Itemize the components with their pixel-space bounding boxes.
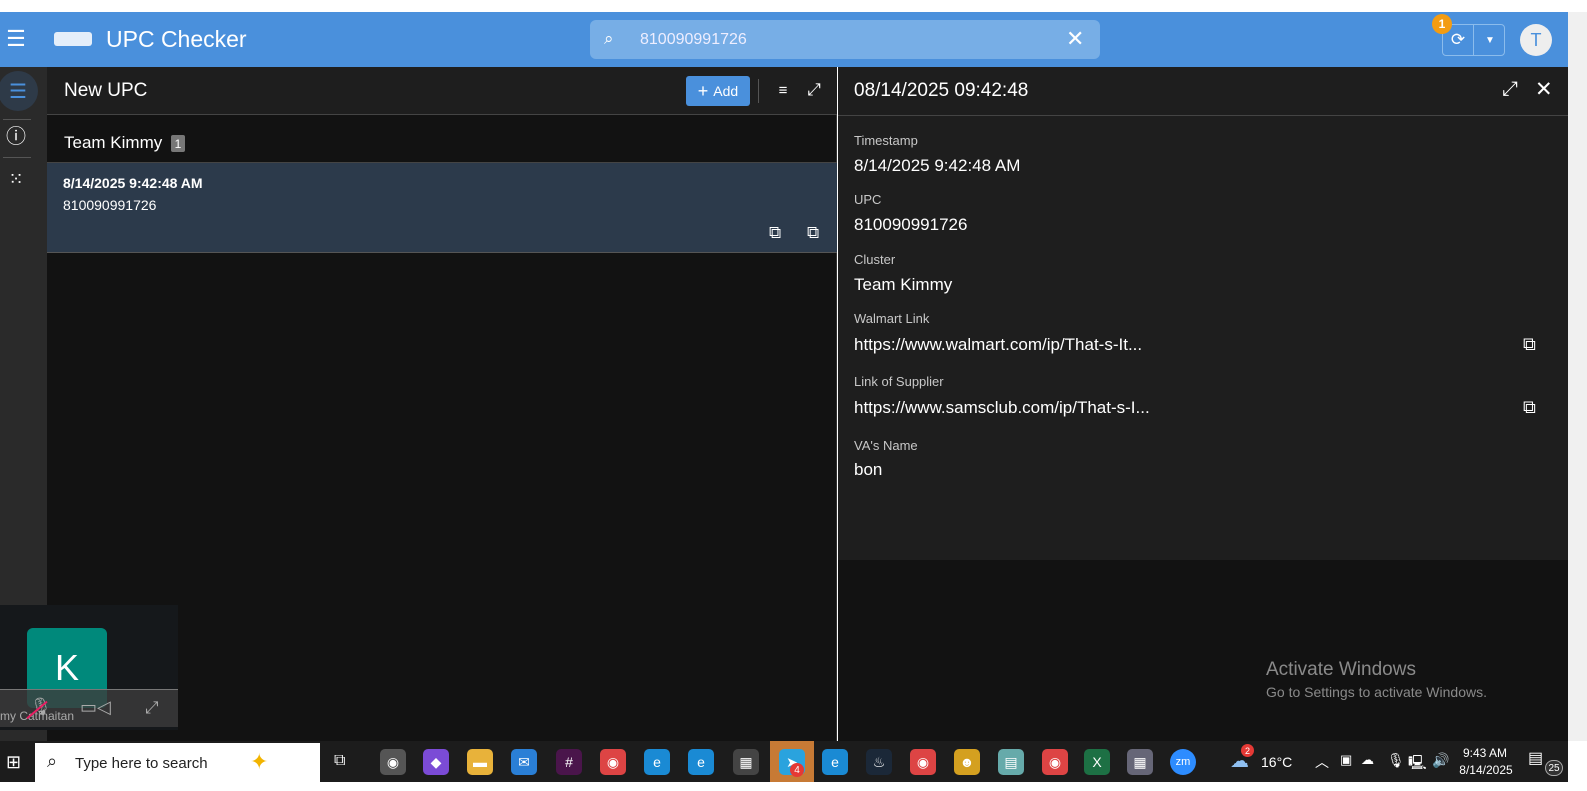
weather-temp: 16°C	[1261, 754, 1293, 770]
menu-icon[interactable]: ☰	[4, 26, 28, 52]
windows-start-icon[interactable]: ⊞	[6, 752, 21, 773]
activation-watermark-title: Activate Windows	[1266, 659, 1416, 680]
open-link-icon[interactable]: ⧉	[1523, 334, 1536, 355]
list-title: New UPC	[64, 80, 148, 101]
tray-camera-icon[interactable]: ▣	[1340, 752, 1352, 768]
onedrive-icon[interactable]: ☁	[1361, 752, 1374, 768]
field-value: Team Kimmy	[854, 275, 953, 294]
steam-icon[interactable]: ♨	[866, 749, 892, 775]
item-upc: 810090991726	[63, 197, 157, 213]
mail-icon[interactable]: ✉	[511, 749, 537, 775]
field-value: 8/14/2025 9:42:48 AM	[854, 156, 1021, 175]
excel-icon[interactable]: X	[1084, 749, 1110, 775]
scrollbar[interactable]	[1568, 12, 1587, 741]
call-widget: K my Catmaitan 🎙 ▭◁ ⤢	[0, 605, 178, 730]
search-value: 810090991726	[640, 31, 747, 48]
company-logo	[54, 32, 92, 46]
avatar[interactable]: T	[1520, 24, 1552, 56]
calculator-icon[interactable]: ▦	[1127, 749, 1153, 775]
edge-profile-icon[interactable]: e	[688, 749, 714, 775]
supplier-link[interactable]: https://www.samsclub.com/ip/That-s-I...	[854, 398, 1150, 418]
volume-icon[interactable]: 🔊	[1432, 752, 1449, 769]
filter-icon[interactable]: ≡	[772, 79, 794, 101]
field-label: Walmart Link	[854, 311, 930, 326]
taskbar: ⊞ ⌕ Type here to search ✦ ⧉ ◉ ◆ ▬ ✉ # ◉ …	[0, 741, 1568, 782]
detail-title: 08/14/2025 09:42:48	[854, 80, 1029, 101]
chrome-profile-icon-3[interactable]: ◉	[1042, 749, 1068, 775]
field-label: Cluster	[854, 252, 896, 267]
network-icon[interactable]: 🖳	[1408, 752, 1427, 776]
field-label: Timestamp	[854, 133, 918, 148]
telegram-app[interactable]: ➤ 4	[770, 741, 814, 782]
chrome-profile-icon-2[interactable]: ◉	[910, 749, 936, 775]
plus-icon: +	[697, 80, 709, 101]
clock-date[interactable]: 8/14/2025	[1456, 763, 1516, 777]
search-input[interactable]: ⌕ 810090991726 ✕	[590, 20, 1100, 59]
open-link-icon[interactable]: ⧉	[1523, 397, 1536, 418]
taskbar-search[interactable]: ⌕ Type here to search ✦	[35, 743, 320, 782]
close-icon[interactable]: ✕	[1535, 77, 1553, 102]
copilot-sparkle-icon: ✦	[250, 749, 269, 774]
detail-panel: 08/14/2025 09:42:48 ⤢ ✕ Timestamp 8/14/2…	[838, 67, 1568, 741]
edge-icon-2[interactable]: e	[822, 749, 848, 775]
camera-icon[interactable]: ▭◁	[80, 697, 111, 718]
expand-icon[interactable]: ⤢	[145, 698, 159, 718]
clear-search-icon[interactable]: ✕	[1066, 26, 1084, 52]
chrome-app-icon[interactable]: ◉	[380, 749, 406, 775]
list-icon[interactable]: ☰	[0, 71, 38, 111]
group-title: Team Kimmy	[64, 133, 163, 152]
taskbar-search-placeholder: Type here to search	[75, 755, 208, 772]
field-value: 810090991726	[854, 215, 968, 234]
field-label: VA's Name	[854, 438, 918, 453]
copilot-app-icon[interactable]: ◆	[423, 749, 449, 775]
clock-time[interactable]: 9:43 AM	[1462, 746, 1508, 760]
file-explorer-icon[interactable]: ▬	[467, 749, 493, 775]
expand-icon[interactable]: ⤢	[803, 79, 825, 101]
search-icon: ⌕	[604, 29, 614, 48]
slack-icon[interactable]: #	[556, 749, 582, 775]
open-walmart-icon[interactable]: ⧉	[769, 223, 781, 243]
activation-watermark-text: Go to Settings to activate Windows.	[1266, 684, 1487, 700]
field-label: Link of Supplier	[854, 374, 944, 389]
app-icon[interactable]: ☻	[954, 749, 980, 775]
item-timestamp: 8/14/2025 9:42:48 AM	[63, 175, 203, 191]
app-header: ☰ UPC Checker ⌕ 810090991726 ✕ ⟳ ▼ 1 T	[0, 12, 1568, 67]
microphone-icon[interactable]: 🎙	[1387, 752, 1405, 769]
sync-button-group: ⟳ ▼	[1442, 24, 1505, 56]
tray-chevron-icon[interactable]: ︿	[1315, 752, 1329, 772]
expand-icon[interactable]: ⤢	[1502, 78, 1518, 101]
list-item[interactable]: 8/14/2025 9:42:48 AM 810090991726 ⧉ ⧉	[47, 162, 837, 253]
field-value: bon	[854, 460, 883, 479]
task-view-icon[interactable]: ⧉	[334, 752, 345, 770]
group-count-badge: 1	[171, 135, 185, 152]
open-supplier-icon[interactable]: ⧉	[807, 223, 819, 243]
search-icon: ⌕	[47, 751, 58, 771]
notification-count: 25	[1545, 760, 1563, 776]
app-title: UPC Checker	[106, 26, 247, 52]
add-label: Add	[713, 83, 739, 99]
telegram-badge: 4	[790, 763, 804, 777]
zoom-icon[interactable]: zm	[1170, 749, 1196, 775]
field-label: UPC	[854, 192, 882, 207]
notes-icon[interactable]: ▤	[998, 749, 1024, 775]
apps-grid-icon[interactable]: ⁙	[4, 167, 28, 191]
weather-badge: 2	[1241, 744, 1254, 757]
walmart-link[interactable]: https://www.walmart.com/ip/That-s-It...	[854, 335, 1142, 355]
add-button[interactable]: + Add	[686, 76, 750, 106]
sync-badge: 1	[1432, 14, 1452, 34]
dropdown-icon[interactable]: ▼	[1475, 25, 1505, 55]
chrome-profile-icon[interactable]: ◉	[600, 749, 626, 775]
edge-icon[interactable]: e	[644, 749, 670, 775]
store-icon[interactable]: ▦	[733, 749, 759, 775]
notification-icon[interactable]: ▤	[1528, 748, 1543, 768]
info-icon[interactable]: ⓘ	[4, 122, 28, 148]
